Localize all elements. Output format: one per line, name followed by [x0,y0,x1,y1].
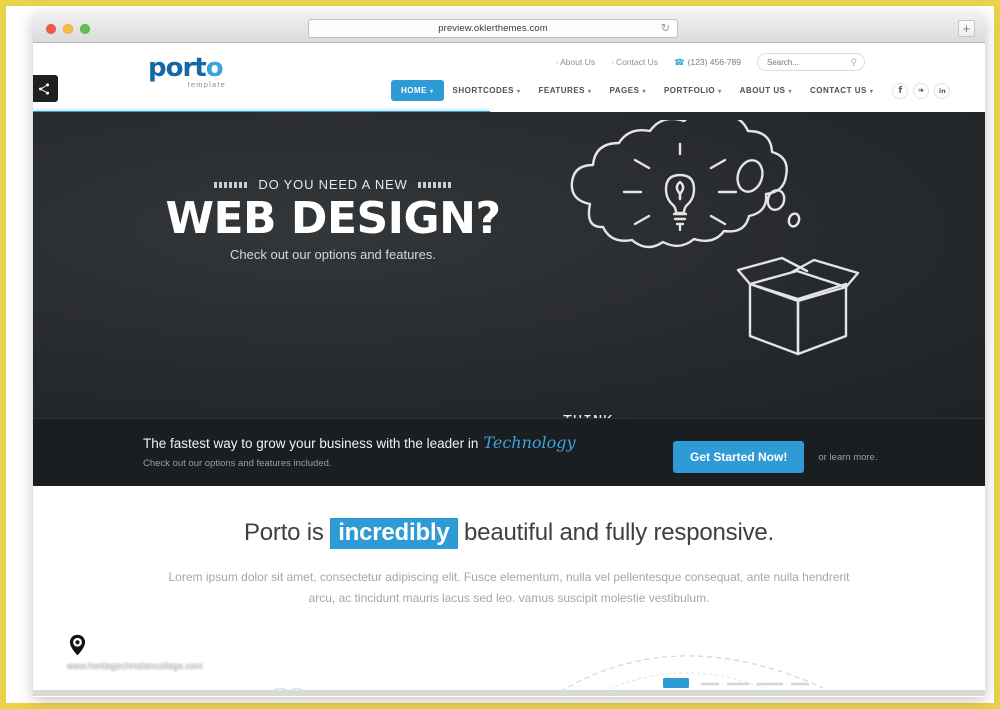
watermark-text: www.heritagechristiancollege.com [67,661,203,671]
cta-actions: Get Started Now! or learn more. [673,441,877,473]
top-link-about-us[interactable]: › About Us [555,57,595,67]
section-heading-highlight: incredibly [330,518,458,549]
chevron-down-icon: ▾ [588,89,592,95]
chalkboard-illustration [570,120,860,356]
nav-item-home-label: HOME [401,86,427,95]
top-link-contact-us[interactable]: › Contact Us [611,57,658,67]
logo-wordmark: porto [148,55,258,81]
hero-section: DO YOU NEED A NEW WEB DESIGN? Check out … [33,112,985,418]
site-header: porto template › About Us › Contact Us ☎ (1… [33,44,985,114]
nav-item-features[interactable]: FEATURES ▾ [529,80,600,101]
chevron-down-icon: ▾ [869,89,874,95]
nav-item-shortcodes-label: SHORTCODES [452,86,514,95]
nav-item-about-us-label: ABOUT US [739,86,786,95]
nav-item-pages[interactable]: PAGES ▾ [601,80,655,101]
cta-headline-accent: Technology [483,433,576,452]
section-body-text: Lorem ipsum dolor sit amet, consectetur … [168,570,850,605]
top-link-about-us-label: About Us [560,57,596,67]
hero-title: WEB DESIGN? [165,193,501,244]
nav-item-portfolio[interactable]: PORTFOLIO ▾ [655,80,731,101]
learn-more-link[interactable]: or learn more. [818,452,877,463]
chevron-down-icon: ▾ [718,89,722,95]
nav-item-contact-us-label: CONTACT US [809,86,867,95]
hero-eyebrow-text: DO YOU NEED A NEW [258,177,408,192]
cta-headline: The fastest way to grow your business wi… [143,433,576,452]
browser-window: preview.oklerthemes.com ↻ + porto templa… [33,15,985,697]
get-started-button[interactable]: Get Started Now! [673,441,805,473]
header-search[interactable]: ⚲ [757,53,865,71]
map-pin-icon [69,634,203,659]
section-heading-suffix: beautiful and fully responsive. [464,519,775,546]
twitter-icon[interactable]: ❧ [913,82,930,99]
nav-item-portfolio-label: PORTFOLIO [663,86,716,95]
nav-item-shortcodes[interactable]: SHORTCODES ▾ [444,80,530,101]
header-utility-bar: ›About Us ›Contact Us ☎(123) 456-789 ⚲ [555,53,865,71]
chevron-down-icon: ▾ [642,89,646,95]
nav-item-pages-label: PAGES [609,86,640,95]
social-links: f ❧ in [892,82,951,99]
cta-strip: The fastest way to grow your business wi… [33,418,985,486]
cta-headline-prefix: The fastest way to grow your business wi… [143,436,479,451]
nav-item-about-us[interactable]: ABOUT US ▾ [731,80,801,101]
chevron-down-icon: ▾ [788,89,792,95]
nav-item-home[interactable]: HOME ▾ [391,80,444,101]
reload-icon[interactable]: ↻ [661,23,670,34]
chevron-right-icon: › [611,57,614,67]
new-tab-button[interactable]: + [958,20,975,37]
logo-word-light: o [205,53,224,83]
search-input[interactable] [758,57,842,67]
nav-item-contact-us[interactable]: CONTACT US ▾ [801,80,882,101]
frame-inner: preview.oklerthemes.com ↻ + porto templa… [6,6,994,703]
search-icon[interactable]: ⚲ [850,57,857,68]
maximize-window-button[interactable] [80,24,90,34]
logo-word-dark: port [148,53,207,83]
top-link-contact-us-label: Contact Us [615,57,658,67]
close-window-button[interactable] [46,24,56,34]
section-heading: Porto is incredibly beautiful and fully … [33,518,985,549]
url-text: preview.oklerthemes.com [438,23,548,34]
facebook-icon[interactable]: f [892,82,909,99]
linkedin-icon[interactable]: in [934,82,951,99]
cta-copy: The fastest way to grow your business wi… [143,433,576,469]
window-controls [46,24,90,34]
chevron-down-icon: ▾ [516,89,521,95]
section-heading-prefix: Porto is [243,519,324,546]
minimize-window-button[interactable] [63,24,73,34]
address-bar[interactable]: preview.oklerthemes.com ↻ [308,19,678,38]
watermark: www.heritagechristiancollege.com [67,634,203,671]
outer-frame: preview.oklerthemes.com ↻ + porto templa… [0,0,1000,709]
site-logo[interactable]: porto template [148,55,258,89]
nav-item-features-label: FEATURES [538,86,586,95]
phone-icon: ☎ [674,56,685,67]
header-phone[interactable]: ☎ (123) 456-789 [674,57,741,68]
share-nodes-icon[interactable] [33,75,58,102]
dash-rule-icon [214,181,249,188]
hero-copy: DO YOU NEED A NEW WEB DESIGN? Check out … [123,177,543,262]
header-phone-number: (123) 456-789 [687,56,741,67]
chevron-down-icon: ▾ [430,89,434,95]
hero-eyebrow: DO YOU NEED A NEW [123,177,543,192]
hero-subtitle: Check out our options and features. [230,247,436,262]
cta-subline: Check out our options and features inclu… [143,458,332,469]
main-navigation: HOME ▾ SHORTCODES ▾ FEATURES ▾ PAGES ▾ PORTF… [391,80,951,101]
browser-titlebar: preview.oklerthemes.com ↻ + [33,15,985,43]
chevron-right-icon: › [555,57,559,67]
dash-rule-icon [417,181,452,188]
page-viewport: porto template › About Us › Contact Us ☎ (1… [33,44,985,697]
